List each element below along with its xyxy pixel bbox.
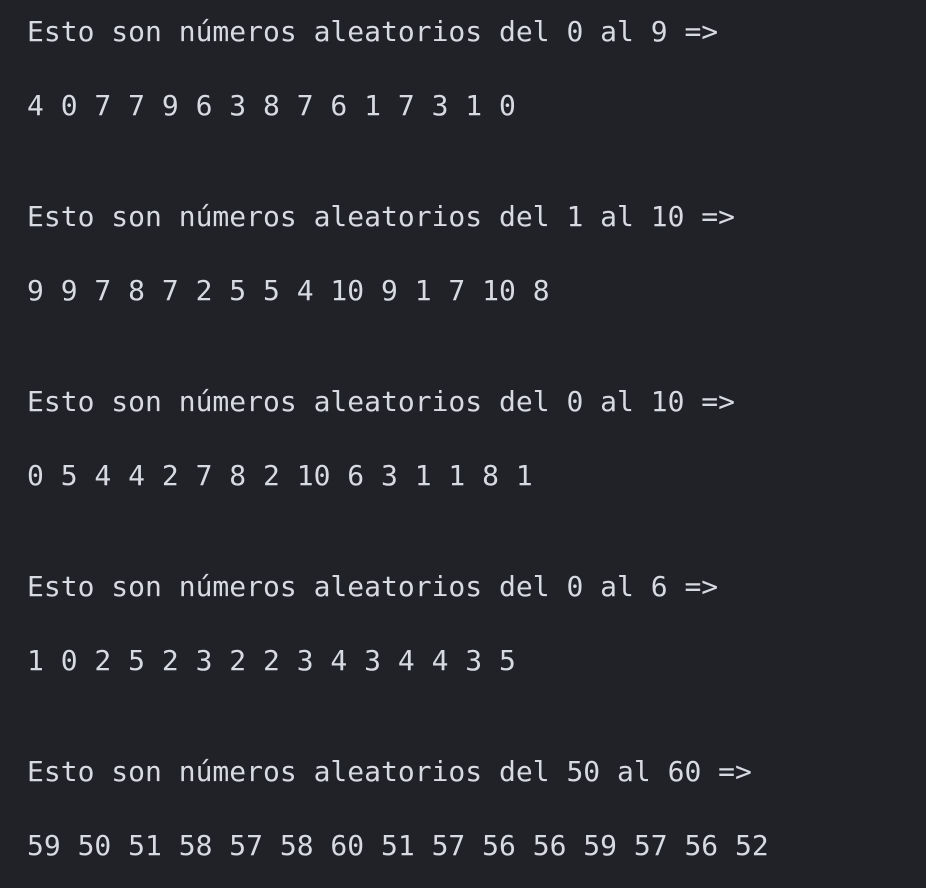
random-numbers-line: 1 0 2 5 2 3 2 2 3 4 3 4 4 3 5 [27, 644, 516, 677]
random-numbers-line: 0 5 4 4 2 7 8 2 10 6 3 1 1 8 1 [27, 459, 533, 492]
random-numbers-line: 9 9 7 8 7 2 5 5 4 10 9 1 7 10 8 [27, 274, 550, 307]
output-heading: Esto son números aleatorios del 0 al 10 … [27, 385, 736, 418]
random-numbers-line: 59 50 51 58 57 58 60 51 57 56 56 59 57 5… [27, 829, 769, 862]
random-numbers-line: 4 0 7 7 9 6 3 8 7 6 1 7 3 1 0 [27, 89, 516, 122]
output-heading: Esto son números aleatorios del 1 al 10 … [27, 200, 736, 233]
terminal-output: Esto son números aleatorios del 0 al 9 =… [0, 0, 926, 888]
output-heading: Esto son números aleatorios del 0 al 9 =… [27, 15, 719, 48]
output-heading: Esto son números aleatorios del 0 al 6 =… [27, 570, 719, 603]
output-heading: Esto son números aleatorios del 50 al 60… [27, 755, 752, 788]
